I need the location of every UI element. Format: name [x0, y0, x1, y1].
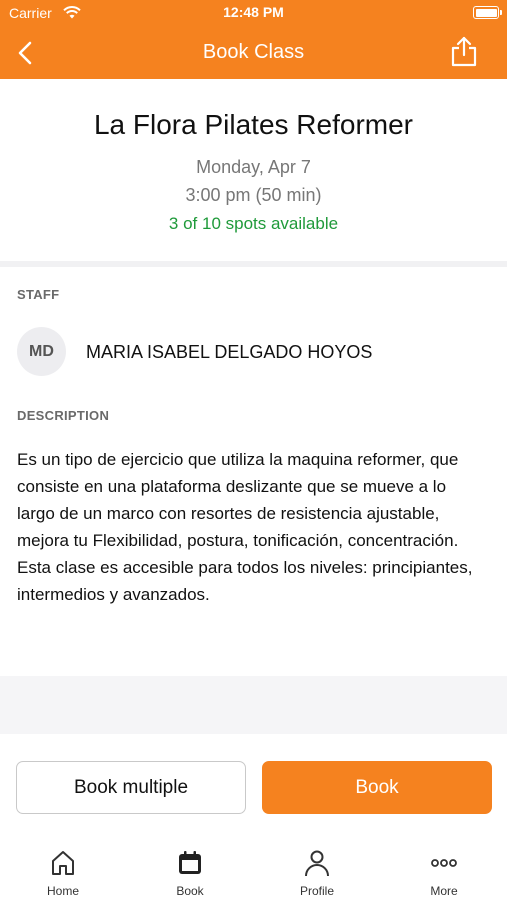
nav-bar: Book Class [0, 26, 507, 79]
share-button[interactable] [449, 35, 479, 67]
home-icon [52, 851, 74, 875]
description-text: Es un tipo de ejercicio que utiliza la m… [17, 450, 473, 604]
tab-book-label: Book [176, 884, 204, 898]
spacer-band [0, 676, 507, 734]
status-time: 12:48 PM [223, 4, 284, 20]
class-header: La Flora Pilates Reformer Monday, Apr 7 … [0, 79, 507, 261]
staff-avatar[interactable]: MD [17, 327, 66, 376]
class-date: Monday, Apr 7 [196, 157, 311, 177]
tab-profile[interactable]: Profile [254, 836, 380, 900]
class-time: 3:00 pm (50 min) [185, 185, 322, 205]
tab-home-label: Home [46, 884, 79, 898]
tab-home[interactable]: Home [0, 836, 126, 900]
tab-profile-label: Profile [299, 884, 334, 898]
staff-label: STAFF [17, 287, 60, 302]
more-dots-icon [431, 859, 457, 867]
tab-more[interactable]: More [381, 836, 507, 900]
section-divider [0, 261, 507, 267]
calendar-icon [179, 851, 201, 874]
tab-book[interactable]: Book [127, 836, 253, 900]
status-bar: Carrier 12:48 PM [0, 0, 507, 26]
page-title: Book Class [202, 41, 305, 63]
share-icon [451, 36, 477, 67]
staff-name[interactable]: MARIA ISABEL DELGADO HOYOS [86, 342, 372, 363]
spots-available: 3 of 10 spots available [168, 214, 339, 233]
tab-more-label: More [430, 884, 458, 898]
class-name: La Flora Pilates Reformer [93, 109, 413, 140]
book-multiple-button[interactable]: Book multiple [16, 761, 246, 814]
book-button[interactable]: Book [262, 761, 492, 814]
user-icon [305, 850, 329, 877]
description-label: DESCRIPTION [17, 408, 110, 423]
tab-bar: Home Book Profile More [0, 836, 507, 900]
battery-icon [473, 6, 502, 19]
